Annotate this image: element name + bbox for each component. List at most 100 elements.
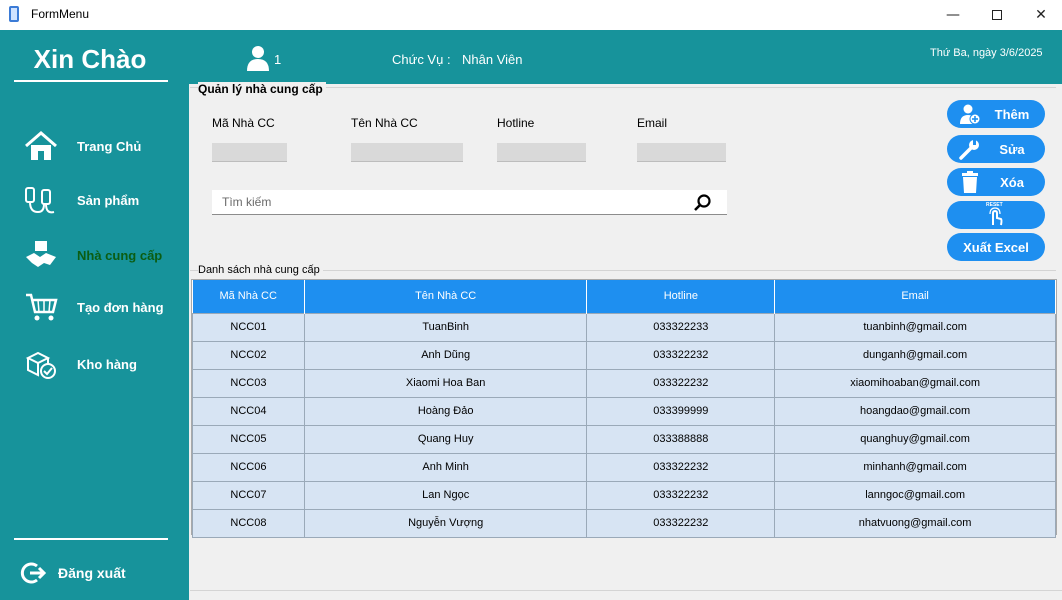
- add-button-label: Thêm: [994, 107, 1030, 122]
- close-button[interactable]: ✕: [1018, 0, 1062, 30]
- cell-code: NCC07: [192, 480, 305, 510]
- search-box: [212, 190, 727, 215]
- cell-email: quanghuy@gmail.com: [774, 424, 1056, 454]
- greeting: Xin Chào: [33, 44, 147, 74]
- edit-button[interactable]: Sửa: [947, 135, 1045, 163]
- cell-name: Anh Dũng: [303, 340, 588, 370]
- trash-icon: [962, 171, 978, 193]
- cell-hotline: 033322232: [586, 452, 776, 482]
- cell-code: NCC01: [192, 312, 305, 342]
- cart-icon: [26, 293, 58, 321]
- maximize-icon: [992, 10, 1002, 20]
- cell-email: xiaomihoaban@gmail.com: [774, 368, 1056, 398]
- supplier-code-input[interactable]: [212, 143, 287, 162]
- cell-email: nhatvuong@gmail.com: [774, 508, 1056, 538]
- table-row[interactable]: NCC03 Xiaomi Hoa Ban 033322232 xiaomihoa…: [192, 368, 1056, 398]
- cell-hotline: 033399999: [586, 396, 776, 426]
- search-input[interactable]: [222, 194, 672, 210]
- cell-name: Quang Huy: [303, 424, 588, 454]
- logout-button[interactable]: Đăng xuất: [0, 556, 189, 592]
- column-header-hotline[interactable]: Hotline: [586, 280, 776, 313]
- supplier-icon: [26, 241, 56, 267]
- role-value: Nhân Viên: [462, 52, 523, 67]
- sidebar-item-label: Sản phẩm: [77, 193, 140, 208]
- add-button[interactable]: Thêm: [947, 100, 1045, 128]
- table-row[interactable]: NCC04 Hoàng Đảo 033399999 hoangdao@gmail…: [192, 396, 1056, 426]
- hotline-label: Hotline: [497, 116, 535, 130]
- add-user-icon: [960, 104, 981, 125]
- column-header-code[interactable]: Mã Nhà CC: [192, 280, 305, 313]
- cell-name: Nguyễn Vượng: [303, 508, 588, 538]
- minimize-icon: —: [946, 7, 960, 23]
- table-row[interactable]: NCC05 Quang Huy 033388888 quanghuy@gmail…: [192, 424, 1056, 454]
- email-input[interactable]: [637, 143, 726, 162]
- cell-code: NCC06: [192, 452, 305, 482]
- cell-name: Xiaomi Hoa Ban: [303, 368, 588, 398]
- search-icon[interactable]: [693, 193, 713, 213]
- home-icon: [25, 131, 57, 160]
- cell-code: NCC08: [192, 508, 305, 538]
- role-label: Chức Vụ :: [392, 52, 451, 67]
- delete-button[interactable]: Xóa: [947, 168, 1045, 196]
- edit-button-label: Sửa: [999, 142, 1025, 157]
- app-icon: [9, 6, 19, 22]
- cell-code: NCC04: [192, 396, 305, 426]
- sidebar-item-create-order[interactable]: Tạo đơn hàng: [0, 287, 189, 327]
- hotline-input[interactable]: [497, 143, 586, 162]
- logout-icon: [20, 562, 46, 584]
- sidebar-item-home[interactable]: Trang Chủ: [0, 126, 189, 166]
- table-row[interactable]: NCC06 Anh Minh 033322232 minhanh@gmail.c…: [192, 452, 1056, 482]
- supplier-table: Mã Nhà CC Tên Nhà CC Hotline Email NCC01…: [192, 280, 1056, 538]
- column-header-name[interactable]: Tên Nhà CC: [304, 280, 588, 313]
- supplier-name-input[interactable]: [351, 143, 463, 162]
- cell-hotline: 033322232: [586, 368, 776, 398]
- sidebar-item-warehouse[interactable]: Kho hàng: [0, 344, 189, 384]
- minimize-button[interactable]: —: [930, 0, 976, 30]
- cell-hotline: 033322232: [586, 340, 776, 370]
- reset-button[interactable]: RESET: [947, 201, 1045, 229]
- cell-email: minhanh@gmail.com: [774, 452, 1056, 482]
- maximize-button[interactable]: [974, 0, 1020, 30]
- table-row[interactable]: NCC01 TuanBinh 033322233 tuanbinh@gmail.…: [192, 312, 1056, 342]
- title-bar: FormMenu — ✕: [0, 0, 1062, 30]
- cell-name: TuanBinh: [303, 312, 588, 342]
- cell-hotline: 033322232: [586, 508, 776, 538]
- table-row[interactable]: NCC08 Nguyễn Vượng 033322232 nhatvuong@g…: [192, 508, 1056, 538]
- cell-email: dunganh@gmail.com: [774, 340, 1056, 370]
- cell-name: Lan Ngọc: [303, 480, 588, 510]
- sidebar: Xin Chào Trang Chủ Sản phẩm Nhà cung cấp: [0, 30, 189, 600]
- table-row[interactable]: NCC07 Lan Ngọc 033322232 lanngoc@gmail.c…: [192, 480, 1056, 510]
- sidebar-item-suppliers[interactable]: Nhà cung cấp: [0, 235, 189, 275]
- supplier-grid: Mã Nhà CC Tên Nhà CC Hotline Email NCC01…: [191, 279, 1057, 538]
- greeting-divider: [14, 80, 168, 82]
- delete-button-label: Xóa: [1000, 175, 1024, 190]
- sidebar-item-products[interactable]: Sản phẩm: [0, 180, 189, 220]
- cell-hotline: 033322233: [586, 312, 776, 342]
- header-bar: 1 Chức Vụ : Nhân Viên Thứ Ba, ngày 3/6/2…: [189, 30, 1062, 84]
- export-excel-button[interactable]: Xuất Excel: [947, 233, 1045, 261]
- sidebar-item-label: Trang Chủ: [77, 139, 142, 154]
- cell-name: Anh Minh: [303, 452, 588, 482]
- sidebar-item-label: Nhà cung cấp: [77, 248, 163, 263]
- warehouse-icon: [25, 351, 56, 379]
- cell-hotline: 033322232: [586, 480, 776, 510]
- close-icon: ✕: [1035, 7, 1047, 23]
- cell-email: lanngoc@gmail.com: [774, 480, 1056, 510]
- supplier-code-label: Mã Nhà CC: [212, 116, 275, 130]
- table-row[interactable]: NCC02 Anh Dũng 033322232 dunganh@gmail.c…: [192, 340, 1056, 370]
- list-group-title: Danh sách nhà cung cấp: [198, 264, 323, 276]
- user-id: 1: [274, 52, 282, 67]
- sidebar-item-label: Tạo đơn hàng: [77, 300, 164, 315]
- column-header-email[interactable]: Email: [774, 280, 1056, 313]
- email-label: Email: [637, 116, 668, 130]
- logout-divider: [14, 538, 168, 540]
- manage-group: [190, 87, 1056, 263]
- logout-label: Đăng xuất: [58, 565, 126, 581]
- cell-code: NCC02: [192, 340, 305, 370]
- export-excel-label: Xuất Excel: [963, 240, 1029, 255]
- cell-email: hoangdao@gmail.com: [774, 396, 1056, 426]
- window-title: FormMenu: [31, 7, 90, 21]
- bottom-divider: [190, 590, 1062, 591]
- user-icon: [247, 46, 269, 71]
- manage-group-title: Quản lý nhà cung cấp: [198, 82, 326, 96]
